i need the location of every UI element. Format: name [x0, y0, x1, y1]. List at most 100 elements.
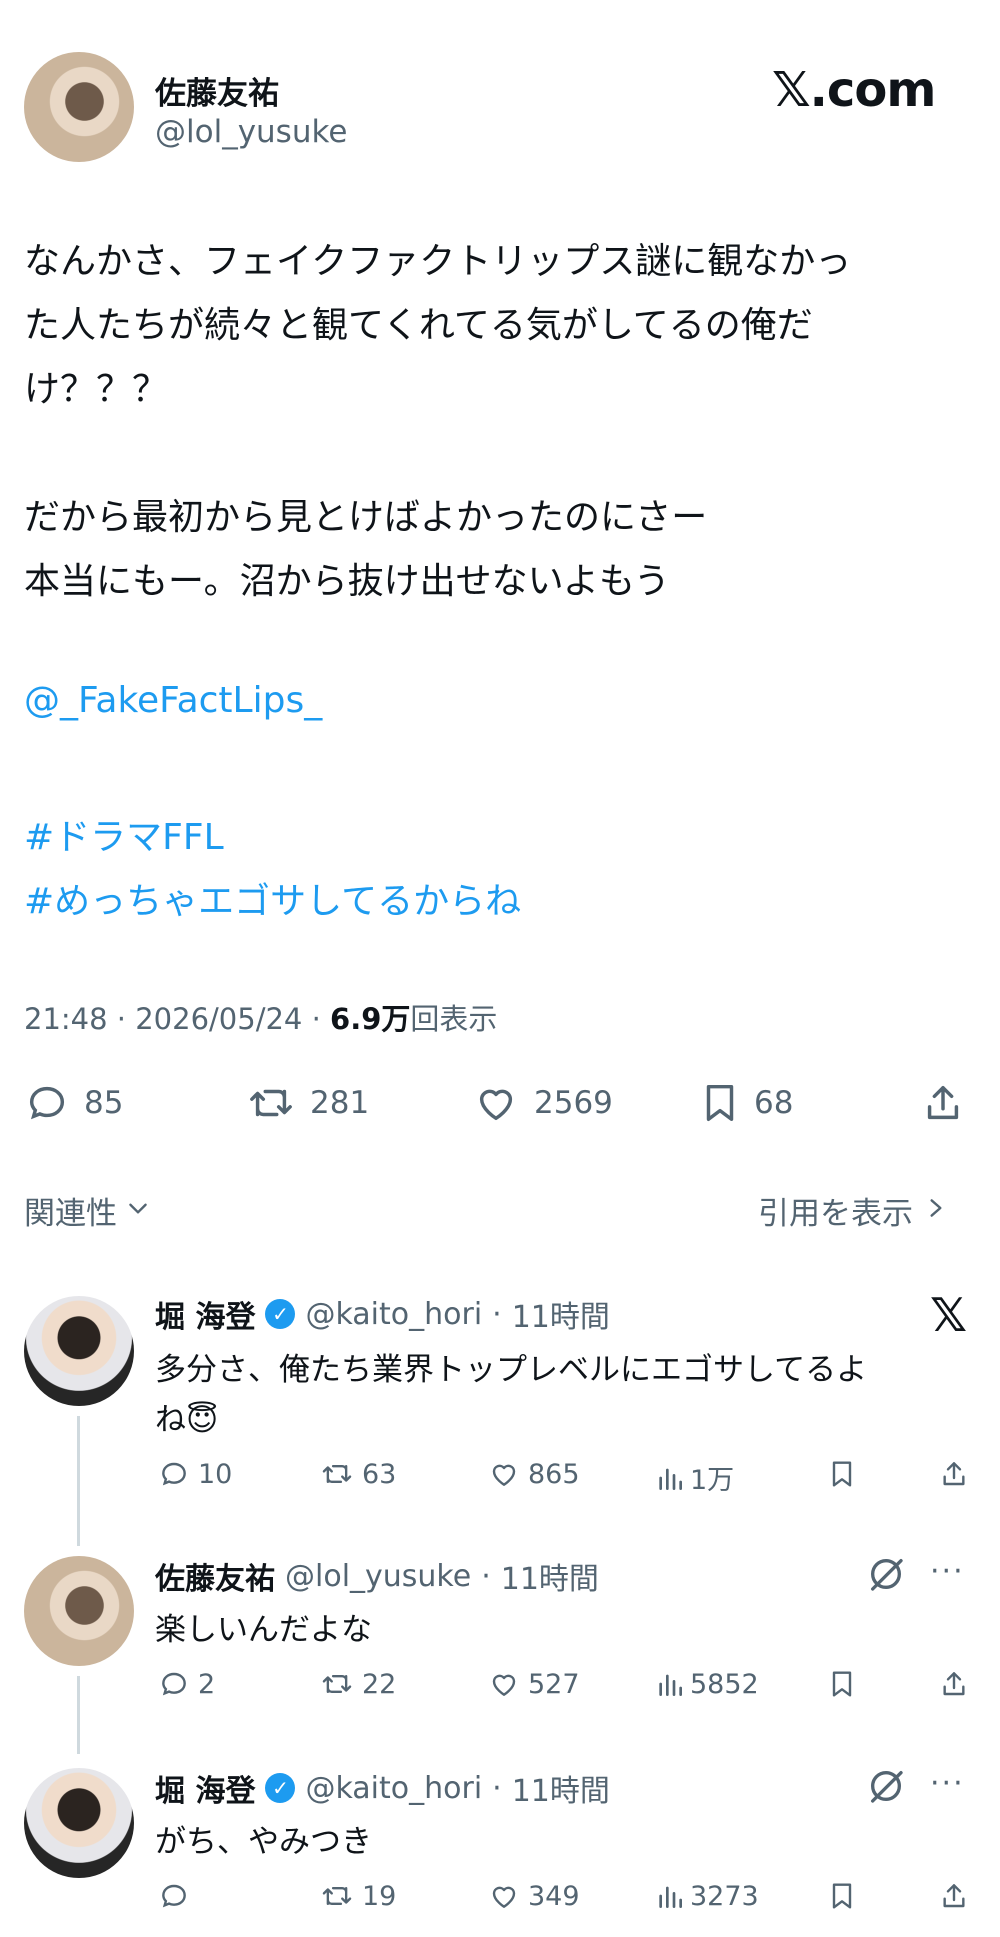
- verified-badge-icon: ✓: [265, 1299, 296, 1329]
- like-action[interactable]: 349: [488, 1880, 580, 1912]
- reply-author-handle[interactable]: @lol_yusuke: [285, 1559, 471, 1594]
- reply-author-name[interactable]: 堀 海登: [155, 1292, 255, 1336]
- chevron-right-icon: [925, 1193, 947, 1229]
- sort-relevance-dropdown[interactable]: 関連性: [24, 1188, 151, 1233]
- more-options-icon[interactable]: ···: [930, 1766, 965, 1801]
- retweet-count: 19: [362, 1880, 397, 1912]
- author-name[interactable]: 佐藤友祐: [155, 68, 279, 113]
- sort-label: 関連性: [24, 1196, 117, 1232]
- reply-author-handle[interactable]: @kaito_hori: [305, 1297, 482, 1332]
- reply-avatar[interactable]: [24, 1556, 134, 1666]
- bookmark-button[interactable]: [828, 1880, 856, 1916]
- views-count: 1万: [690, 1465, 735, 1496]
- tweet-text-line: 本当にもー。沼から抜け出せないよもう: [24, 561, 670, 602]
- heart-icon: [488, 1880, 520, 1912]
- chevron-down-icon: [125, 1193, 151, 1229]
- reply-time[interactable]: 11時間: [512, 1292, 610, 1336]
- reply-action[interactable]: [158, 1880, 198, 1912]
- heart-icon: [488, 1668, 520, 1700]
- like-action[interactable]: 2569: [472, 1080, 613, 1126]
- tweet-meta: 21:48 · 2026/05/24 · 6.9万回表示: [24, 996, 497, 1038]
- reply-header: 佐藤友祐 @lol_yusuke · 11時間: [155, 1554, 599, 1598]
- share-button[interactable]: [920, 1080, 966, 1130]
- bookmark-button[interactable]: [828, 1668, 856, 1704]
- share-button[interactable]: [938, 1668, 970, 1704]
- author-avatar[interactable]: [24, 52, 134, 162]
- reply-icon: [24, 1080, 70, 1126]
- analytics-icon: [656, 1668, 684, 1700]
- retweet-action[interactable]: 63: [320, 1458, 396, 1490]
- reply-count: 10: [198, 1458, 233, 1490]
- grok-icon[interactable]: [866, 1554, 906, 1598]
- reply-icon: [158, 1668, 190, 1700]
- reply-action[interactable]: 10: [158, 1458, 232, 1490]
- more-options-icon[interactable]: ···: [930, 1554, 965, 1589]
- reply-time[interactable]: 11時間: [501, 1554, 599, 1598]
- retweet-icon: [246, 1080, 296, 1126]
- mention-link[interactable]: @_FakeFactLips_: [24, 680, 322, 721]
- bookmark-button[interactable]: [828, 1458, 856, 1494]
- reply-header: 堀 海登 ✓ @kaito_hori · 11時間: [155, 1766, 610, 1810]
- reply-action[interactable]: 85: [24, 1080, 123, 1126]
- author-handle[interactable]: @lol_yusuke: [155, 114, 347, 150]
- reply-text-line: 楽しいんだよな: [155, 1612, 372, 1648]
- like-count: 865: [528, 1458, 580, 1490]
- bookmark-icon: [700, 1080, 740, 1126]
- retweet-icon: [320, 1668, 354, 1700]
- like-action[interactable]: 527: [488, 1668, 580, 1700]
- views-action[interactable]: 1万: [656, 1458, 734, 1497]
- views-action[interactable]: 3273: [656, 1880, 759, 1912]
- share-button[interactable]: [938, 1458, 970, 1494]
- reply-author-name[interactable]: 佐藤友祐: [155, 1554, 275, 1598]
- reply-author-name[interactable]: 堀 海登: [155, 1766, 255, 1810]
- analytics-icon: [656, 1880, 684, 1912]
- separator: ·: [492, 1296, 502, 1332]
- view-quotes-link[interactable]: 引用を表示: [758, 1188, 947, 1233]
- thread-connector: [77, 1416, 80, 1546]
- reply-icon: [158, 1880, 190, 1912]
- reply-author-handle[interactable]: @kaito_hori: [305, 1771, 482, 1806]
- bookmark-action[interactable]: 68: [700, 1080, 793, 1126]
- grok-icon[interactable]: [866, 1766, 906, 1810]
- heart-icon: [488, 1458, 520, 1490]
- tweet-text-line: た人たちが続々と観てくれてる気がしてるの俺だ: [24, 305, 813, 346]
- tweet-text-line: け？？？: [24, 369, 169, 410]
- separator: ·: [116, 1002, 127, 1036]
- retweet-action[interactable]: 281: [246, 1080, 369, 1126]
- reply-time[interactable]: 11時間: [512, 1766, 610, 1810]
- share-button[interactable]: [938, 1880, 970, 1916]
- separator: ·: [481, 1558, 491, 1594]
- bookmark-icon: [828, 1671, 856, 1704]
- retweet-action[interactable]: 22: [320, 1668, 396, 1700]
- retweet-count: 281: [310, 1085, 370, 1121]
- like-count: 349: [528, 1880, 580, 1912]
- reply-header: 堀 海登 ✓ @kaito_hori · 11時間: [155, 1292, 610, 1336]
- hashtag-link[interactable]: #めっちゃエゴサしてるからね: [24, 872, 521, 924]
- like-action[interactable]: 865: [488, 1458, 580, 1490]
- reply-action[interactable]: 2: [158, 1668, 215, 1700]
- reply-text-line: ね😇: [155, 1402, 219, 1438]
- like-count: 527: [528, 1668, 580, 1700]
- reply-avatar[interactable]: [24, 1296, 134, 1406]
- tweet-time: 21:48: [24, 1002, 108, 1036]
- share-icon: [938, 1672, 970, 1704]
- views-action[interactable]: 5852: [656, 1668, 759, 1700]
- share-icon: [938, 1884, 970, 1916]
- retweet-action[interactable]: 19: [320, 1880, 396, 1912]
- views-count: 3273: [690, 1880, 759, 1912]
- tweet-text-line: だから最初から見とけばよかったのにさー: [24, 497, 708, 538]
- retweet-count: 63: [362, 1458, 397, 1490]
- hashtag-link[interactable]: #ドラマFFL: [24, 808, 224, 860]
- separator: ·: [492, 1770, 502, 1806]
- views-label: 回表示: [410, 1002, 498, 1036]
- tweet-text-line: なんかさ、フェイクファクトリップス謎に観なかっ: [24, 241, 852, 282]
- retweet-icon: [320, 1880, 354, 1912]
- quotes-label: 引用を表示: [758, 1196, 913, 1232]
- bookmark-icon: [828, 1883, 856, 1916]
- brand-logo: 𝕏.com: [772, 62, 936, 118]
- reply-count: 2: [198, 1668, 216, 1700]
- reply-avatar[interactable]: [24, 1768, 134, 1878]
- reply-icon: [158, 1458, 190, 1490]
- views-count: 5852: [690, 1668, 759, 1700]
- share-icon: [938, 1462, 970, 1494]
